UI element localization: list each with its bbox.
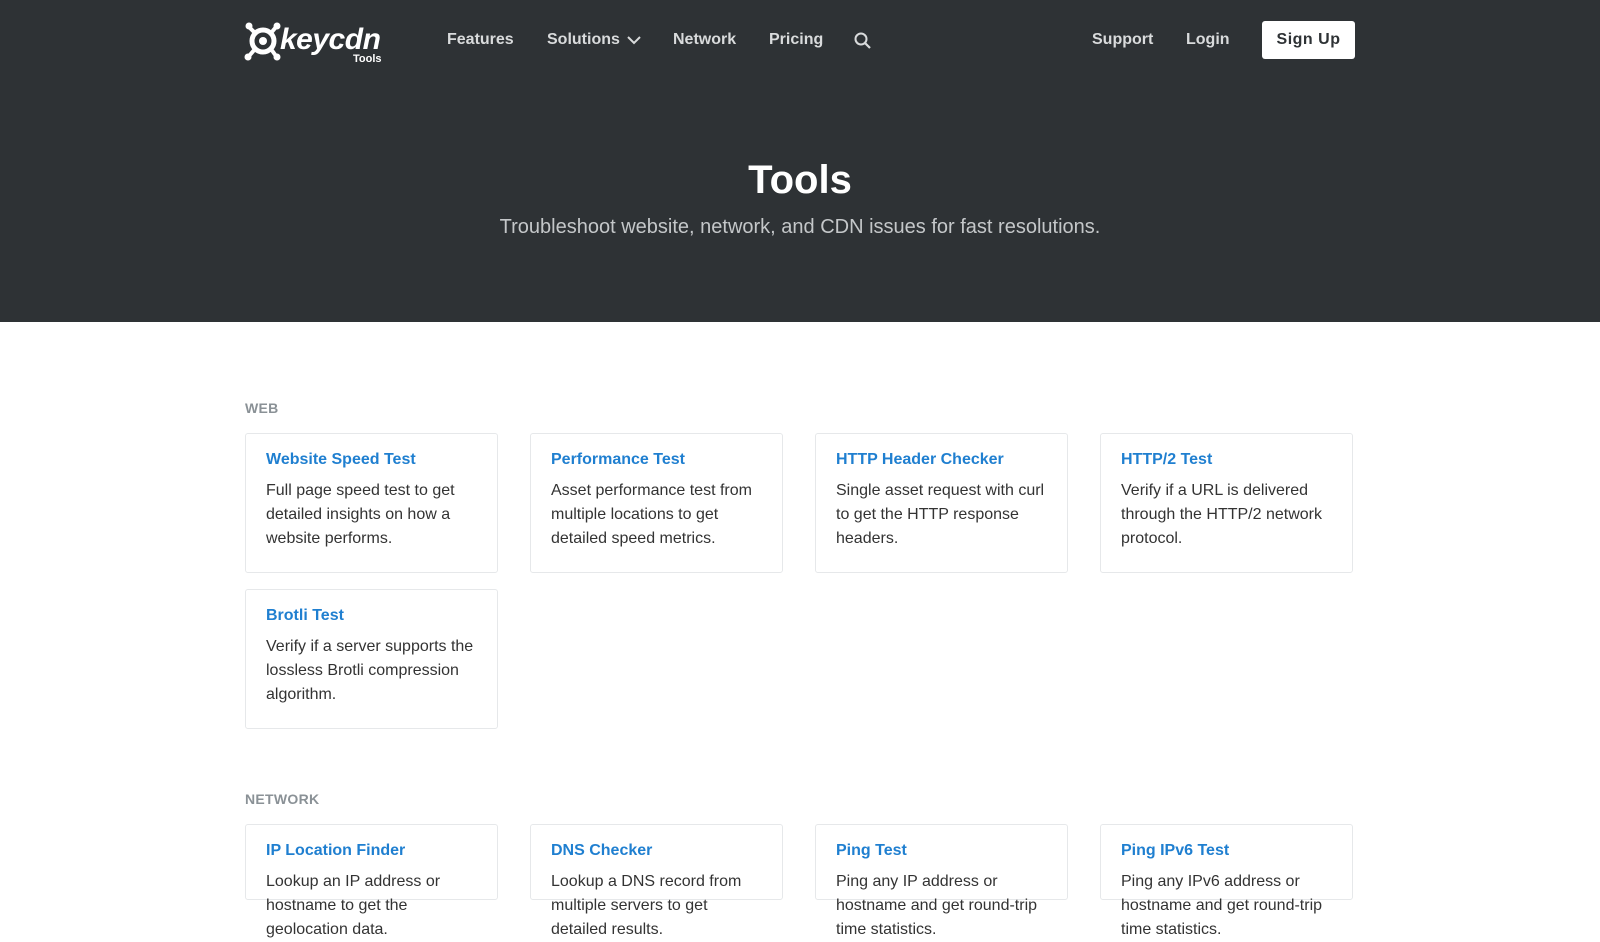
tool-card-description: Lookup an IP address or hostname to get … [266,873,441,938]
tool-card-title[interactable]: Brotli Test [266,606,477,626]
tool-card-performance-test[interactable]: Performance Test Asset performance test … [530,433,783,573]
tool-card-title[interactable]: HTTP/2 Test [1121,450,1332,470]
nav-features-link[interactable]: Features [447,30,514,50]
tool-card-ip-location-finder[interactable]: IP Location Finder Lookup an IP address … [245,824,498,938]
tool-card-description: Single asset request with curl to get th… [836,482,1045,547]
section-label-web: WEB [245,400,279,416]
tool-card-brotli-test[interactable]: Brotli Test Verify if a server supports … [245,589,498,729]
section-label-network: NETWORK [245,791,320,807]
nav-support-link[interactable]: Support [1092,30,1153,50]
tool-card-http-header-checker[interactable]: HTTP Header Checker Single asset request… [815,433,1068,573]
tool-card-description: Lookup a DNS record from multiple server… [551,873,742,938]
tool-card-description: Verify if a URL is delivered through the… [1121,482,1322,547]
tool-card-title[interactable]: Performance Test [551,450,762,470]
page-title: Tools [748,158,852,202]
tool-card-title[interactable]: Website Speed Test [266,450,477,470]
top-navigation: keycdn Tools Features Solutions Network … [0,0,1600,80]
tool-card-description: Full page speed test to get detailed ins… [266,482,455,547]
search-icon[interactable] [854,32,872,50]
nav-login-link[interactable]: Login [1186,30,1230,50]
nav-pricing-link[interactable]: Pricing [769,30,823,50]
tool-card-description: Asset performance test from multiple loc… [551,482,752,547]
tool-card-title[interactable]: HTTP Header Checker [836,450,1047,470]
site-header: keycdn Tools Features Solutions Network … [0,0,1600,322]
nav-solutions-link[interactable]: Solutions [547,30,620,50]
tool-card-title[interactable]: Ping Test [836,841,1047,861]
tool-card-title[interactable]: Ping IPv6 Test [1121,841,1332,861]
logo-subtitle: Tools [353,53,382,65]
tool-card-title[interactable]: DNS Checker [551,841,762,861]
nav-network-link[interactable]: Network [673,30,736,50]
tool-card-description: Verify if a server supports the lossless… [266,638,474,703]
tool-card-ping-test[interactable]: Ping Test Ping any IP address or hostnam… [815,824,1068,938]
logo-wordmark: keycdn [280,23,381,56]
tool-card-title[interactable]: IP Location Finder [266,841,477,861]
tool-card-description: Ping any IPv6 address or hostname and ge… [1121,873,1323,938]
chevron-down-icon[interactable] [627,35,641,45]
tool-card-description: Ping any IP address or hostname and get … [836,873,1038,938]
tool-card-website-speed-test[interactable]: Website Speed Test Full page speed test … [245,433,498,573]
keycdn-logo[interactable]: keycdn Tools [244,20,384,66]
signup-button[interactable]: Sign Up [1262,21,1355,59]
tool-card-dns-checker[interactable]: DNS Checker Lookup a DNS record from mul… [530,824,783,938]
keycdn-logo-mark-icon [244,22,281,61]
tool-card-http2-test[interactable]: HTTP/2 Test Verify if a URL is delivered… [1100,433,1353,573]
page-subtitle: Troubleshoot website, network, and CDN i… [499,216,1101,238]
tool-card-ping-ipv6-test[interactable]: Ping IPv6 Test Ping any IPv6 address or … [1100,824,1353,938]
